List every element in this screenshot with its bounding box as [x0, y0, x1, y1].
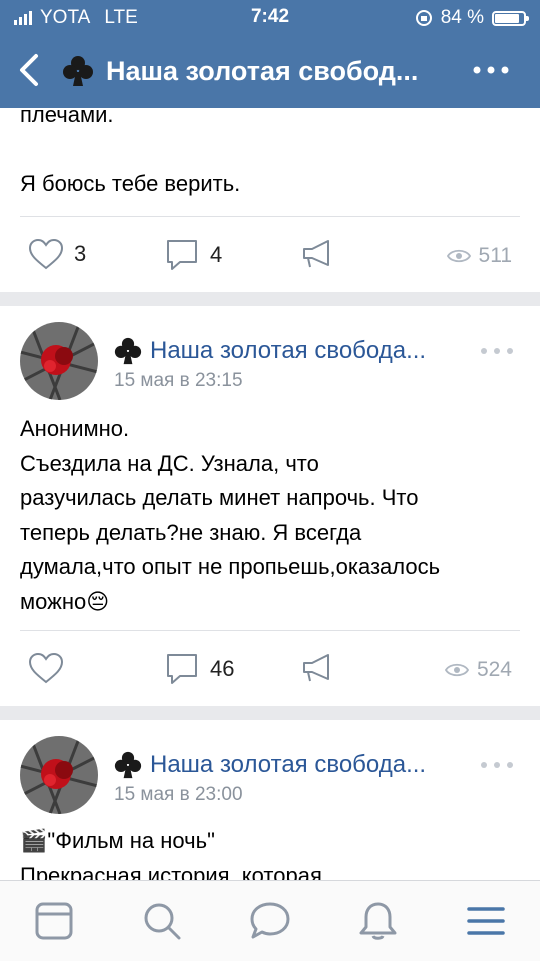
share-button[interactable]: [298, 652, 334, 684]
avatar[interactable]: [20, 322, 98, 400]
eye-icon: [444, 663, 469, 677]
post-card: Наша золотая свобода... 15 мая в 23:00 🎬…: [0, 720, 540, 880]
post-text-line: Анонимно.: [20, 416, 130, 441]
like-button[interactable]: [28, 652, 74, 684]
avatar[interactable]: [20, 736, 98, 814]
battery-icon: [492, 10, 529, 26]
post-card: плечами. Я боюсь тебе верить. 3 4 511: [0, 108, 540, 292]
comment-count: 4: [210, 242, 223, 267]
post-text: Анонимно. Съездила на ДС. Узнала, что ра…: [20, 412, 520, 619]
post-author[interactable]: Наша золотая свобода...: [114, 750, 426, 780]
comment-button[interactable]: 4: [164, 238, 222, 272]
post-actions: 3 4 511: [0, 238, 540, 278]
views-counter: 524: [444, 658, 512, 682]
status-right: 84 %: [415, 7, 529, 29]
post-text-line: 🎬"Фильм на ночь": [20, 824, 520, 859]
post-text-line: Я боюсь тебе верить.: [20, 171, 241, 196]
clapper-emoji: 🎬: [20, 828, 48, 853]
club-suit-icon: [63, 56, 93, 86]
post-date: 15 мая в 23:00: [114, 784, 243, 805]
like-button[interactable]: 3: [28, 238, 86, 270]
rotation-lock-icon: [415, 10, 432, 26]
comment-count: 46: [210, 656, 235, 681]
like-count: 3: [74, 241, 87, 266]
post-text-title: "Фильм на ночь": [47, 828, 215, 853]
post-text-line: разучилась делать минет напрочь. Что: [20, 485, 419, 510]
post-text-blank-line: [20, 133, 520, 168]
comment-icon: [167, 240, 197, 270]
post-text: плечами. Я боюсь тебе верить.: [20, 108, 520, 202]
post-actions: 46 524: [0, 652, 540, 692]
heart-icon: [28, 652, 64, 684]
news-icon[interactable]: [32, 899, 76, 943]
views-count: 511: [478, 244, 512, 267]
more-horizontal-icon[interactable]: [472, 60, 510, 80]
post-author[interactable]: Наша золотая свобода...: [114, 336, 426, 366]
post-text-line: думала,что опыт не пропьешь,оказалось: [20, 554, 441, 579]
comment-button[interactable]: 46: [164, 652, 234, 686]
post-text-word: можно: [20, 588, 87, 614]
post-text-line: плечами.: [20, 108, 114, 127]
header: Наша золотая свобод...: [0, 34, 540, 108]
post-divider: [20, 630, 520, 631]
views-counter: 511: [446, 244, 512, 268]
pensive-emoji: 😔: [86, 588, 110, 614]
club-suit-icon: [114, 337, 142, 365]
back-chevron-icon[interactable]: [10, 50, 50, 90]
post-text-line: Прекрасная история, которая: [20, 862, 322, 881]
post-text: 🎬"Фильм на ночь" Прекрасная история, кот…: [20, 824, 520, 880]
post-menu-icon[interactable]: [480, 346, 514, 356]
heart-icon: [28, 238, 64, 270]
group-title[interactable]: Наша золотая свобод...: [106, 56, 418, 87]
search-icon[interactable]: [140, 899, 184, 943]
share-button[interactable]: [298, 238, 334, 270]
views-count: 524: [476, 658, 512, 681]
megaphone-icon: [303, 654, 329, 682]
eye-icon: [446, 249, 471, 263]
author-name: Наша золотая свобода...: [150, 751, 427, 778]
post-text-line: можно😔: [20, 585, 520, 620]
author-name: Наша золотая свобода...: [150, 337, 427, 364]
status-bar: YOTA LTE 7:42 84 %: [0, 0, 540, 34]
post-card: Наша золотая свобода... 15 мая в 23:15 А…: [0, 306, 540, 706]
post-date: 15 мая в 23:15: [114, 370, 243, 391]
menu-icon[interactable]: [464, 899, 508, 943]
post-menu-icon[interactable]: [480, 760, 514, 770]
messages-icon[interactable]: [248, 899, 292, 943]
post-text-line: Съездила на ДС. Узнала, что: [20, 450, 319, 476]
notifications-icon[interactable]: [356, 899, 400, 943]
post-divider: [20, 216, 520, 217]
comment-icon: [167, 654, 197, 684]
tab-bar: [0, 880, 540, 961]
post-text-line: теперь делать?не знаю. Я всегда: [20, 519, 362, 545]
megaphone-icon: [303, 240, 329, 268]
battery-percent: 84 %: [440, 7, 484, 28]
club-suit-icon: [114, 751, 142, 779]
